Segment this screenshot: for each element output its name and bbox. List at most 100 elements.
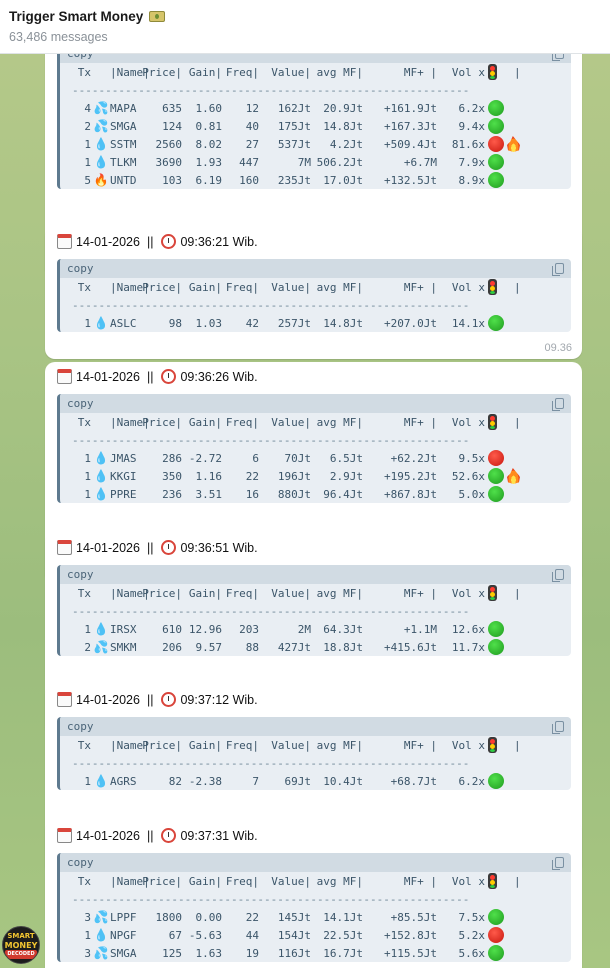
table-separator: ----------------------------------------… [72, 756, 470, 770]
header-gain: Gain| [188, 65, 222, 79]
code-block-bar: copy [60, 565, 571, 584]
row-value: 69Jt [284, 774, 312, 788]
table-row: 4 💦 MAPA 635 1.60 12 162Jt 20.9Jt +161.9Jt 6.2x [60, 99, 571, 117]
header-freq: Freq| [225, 738, 259, 752]
row-avg-mf: 4.2Jt [329, 137, 363, 151]
droplet-icon: 💧 [93, 155, 109, 169]
row-gain: 8.02 [195, 137, 223, 151]
header-gain: Gain| [188, 415, 222, 429]
row-avg-mf: 10.4Jt [323, 774, 363, 788]
row-value: 70Jt [284, 451, 312, 465]
copy-label: copy [67, 54, 94, 60]
row-freq: 160 [239, 173, 259, 187]
header-value: Value| [271, 738, 311, 752]
row-tx: 1 [84, 487, 91, 501]
header-gain: Gain| [188, 738, 222, 752]
row-gain: 1.60 [195, 101, 223, 115]
droplet-icon: 💧 [93, 451, 109, 465]
header-tx: Tx [77, 738, 91, 752]
message-date: 14-01-2026 [76, 828, 140, 843]
header-value: Value| [271, 586, 311, 600]
row-price: 286 [162, 451, 182, 465]
header-avg-mf: avg MF| [316, 874, 363, 888]
header-vol: Vol x [451, 65, 485, 79]
header-indicator: | [485, 414, 525, 430]
traffic-light-icon [488, 279, 497, 295]
table-row: 1 💧 ASLC 98 1.03 42 257Jt 14.8Jt +207.0Jt 14.1x [60, 314, 571, 332]
row-price: 2560 [155, 137, 183, 151]
channel-avatar[interactable]: SMART MONEY DECODED [2, 926, 40, 964]
traffic-light-icon [488, 873, 497, 889]
row-indicator [485, 945, 525, 961]
copy-label: copy [67, 856, 94, 869]
row-mf-plus: +195.2Jt [384, 469, 437, 483]
copy-icon[interactable] [552, 569, 564, 582]
copy-icon[interactable] [552, 721, 564, 734]
row-tx: 1 [84, 774, 91, 788]
row-avg-mf: 2.9Jt [329, 469, 363, 483]
green-circle-icon [488, 773, 504, 789]
row-mf-plus: +62.2Jt [390, 451, 437, 465]
table-header-row: Tx |Name| Price| Gain| Freq| Value| avg MF| MF+… [60, 872, 571, 890]
code-block-bar: copy [60, 717, 571, 736]
row-value: 2M [297, 622, 311, 636]
row-tx: 3 [84, 910, 91, 924]
copy-icon[interactable] [552, 857, 564, 870]
row-vol: 52.6x [451, 469, 485, 483]
row-tx: 4 [84, 101, 91, 115]
row-ticker: IRSX [110, 622, 137, 636]
copy-icon[interactable] [552, 263, 564, 276]
row-avg-mf: 22.5Jt [323, 928, 363, 942]
row-price: 350 [162, 469, 182, 483]
table-header-row: Tx |Name| Price| Gain| Freq| Value| avg MF| MF+… [60, 63, 571, 81]
table-row: 5 🔥 UNTD 103 6.19 160 235Jt 17.0Jt +132.5Jt 8.9x [60, 171, 571, 189]
row-freq: 7 [252, 774, 259, 788]
header-price: Price| [142, 586, 182, 600]
row-ticker: TLKM [110, 155, 137, 169]
row-gain: -5.63 [188, 928, 222, 942]
table-row: 1 💧 NPGF 67 -5.63 44 154Jt 22.5Jt +152.8Jt 5.2x [60, 926, 571, 944]
date-time-separator: || [146, 369, 154, 384]
header-vol: Vol x [451, 280, 485, 294]
header-indicator: | [485, 279, 525, 295]
row-vol: 5.0x [458, 487, 486, 501]
header-indicator: | [485, 64, 525, 80]
calendar-icon [57, 234, 72, 249]
row-ticker: NPGF [110, 928, 137, 942]
code-block-bar: copy [60, 259, 571, 278]
traffic-light-icon [488, 737, 497, 753]
date-time-separator: || [146, 234, 154, 249]
copy-icon[interactable] [552, 398, 564, 411]
copy-label: copy [67, 568, 94, 581]
message-feed[interactable]: copyTx|Name|Price|Gain|Freq|Value|avg MF… [0, 54, 610, 968]
copy-label: copy [67, 720, 94, 733]
copy-icon[interactable] [552, 54, 564, 61]
row-value: 196Jt [277, 469, 311, 483]
copy-label: copy [67, 397, 94, 410]
row-freq: 44 [245, 928, 259, 942]
row-avg-mf: 14.1Jt [323, 910, 363, 924]
chat-header[interactable]: Trigger Smart Money 63,486 messages [0, 0, 610, 54]
header-avg-mf: avg MF| [316, 415, 363, 429]
code-block: copy Tx |Name|Price| Gain|Freq| Value| avg MF… [57, 717, 571, 790]
header-end-pipe: | [514, 280, 521, 294]
header-name: |Name| [110, 415, 150, 429]
row-gain: 1.16 [195, 469, 223, 483]
header-price: Price| [142, 65, 182, 79]
row-ticker: UNTD [110, 173, 137, 187]
table-row: 1 💧 JMAS 286 -2.72 6 70Jt 6.5Jt +62.2Jt 9.5x [60, 449, 571, 467]
row-ticker: AGRS [110, 774, 137, 788]
row-price: 206 [162, 640, 182, 654]
row-price: 610 [162, 622, 182, 636]
row-price: 635 [162, 101, 182, 115]
header-name: |Name| [110, 65, 150, 79]
message-header: 14-01-2026 || 09:36:26 Wib. [57, 369, 258, 384]
row-tx: 2 [84, 640, 91, 654]
header-avg-mf: avg MF| [316, 280, 363, 294]
table-separator: ----------------------------------------… [72, 298, 470, 312]
header-price: Price| [142, 415, 182, 429]
row-price: 124 [162, 119, 182, 133]
row-price: 236 [162, 487, 182, 501]
table-row: 1 💧 TLKM 3690 1.93 447 7M 506.2Jt +6.7M 7.9x [60, 153, 571, 171]
row-freq: 22 [245, 910, 259, 924]
